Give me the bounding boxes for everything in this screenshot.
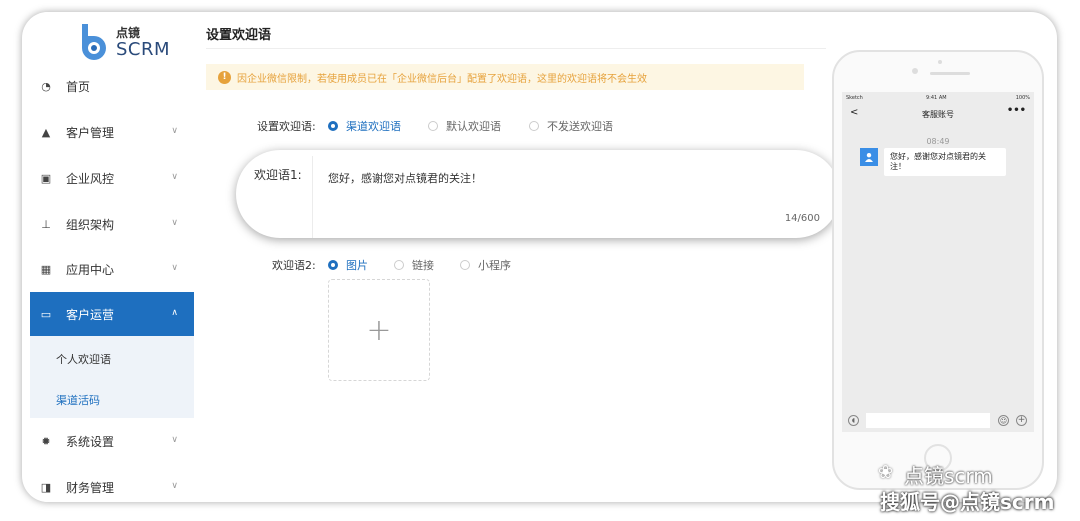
radio-mini-program[interactable]: 小程序 xyxy=(460,257,511,273)
welcome-setting-label: 设置欢迎语: xyxy=(257,120,316,133)
radio-label: 小程序 xyxy=(478,259,511,272)
grid-icon: ▦ xyxy=(40,262,52,276)
chevron-down-icon: ∨ xyxy=(171,172,178,182)
radio-label: 默认欢迎语 xyxy=(446,120,501,133)
submenu: 个人欢迎语 渠道活码 xyxy=(30,336,194,418)
page-title: 设置欢迎语 xyxy=(206,28,272,43)
avatar xyxy=(860,148,878,166)
submenu-item-channel-code[interactable]: 渠道活码 xyxy=(56,392,100,408)
sidebar-item-customer-operations[interactable]: ▭ 客户运营 ∧ xyxy=(30,292,194,336)
plus-icon: + xyxy=(366,312,392,348)
radio-dot xyxy=(328,121,338,131)
sidebar-item-label: 应用中心 xyxy=(66,262,115,277)
radio-dot xyxy=(394,260,404,270)
radio-dot xyxy=(428,121,438,131)
radio-label: 渠道欢迎语 xyxy=(346,120,401,133)
status-battery: 100% xyxy=(1015,95,1030,101)
radio-label: 图片 xyxy=(346,259,368,272)
warning-icon: ! xyxy=(218,70,231,84)
radio-dot xyxy=(529,121,539,131)
greeting1-textarea[interactable]: 您好，感谢您对点镜君的关注！ xyxy=(328,170,482,186)
more-icon[interactable]: ••• xyxy=(1007,105,1026,116)
radio-label: 链接 xyxy=(412,259,434,272)
warning-text: 因企业微信限制，若使用成员已在「企业微信后台」配置了欢迎语，这里的欢迎语将不会生… xyxy=(237,73,647,85)
sidebar-item-risk-control[interactable]: ▣ 企业风控 ∨ xyxy=(30,156,194,200)
phone-preview: Sketch 9:41 AM 100% < 客服账号 ••• 08:49 您好，… xyxy=(832,50,1044,490)
sidebar-item-app-center[interactable]: ▦ 应用中心 ∨ xyxy=(30,247,194,291)
radio-label: 不发送欢迎语 xyxy=(547,120,613,133)
chevron-down-icon: ∨ xyxy=(171,218,178,228)
sidebar-item-label: 客户管理 xyxy=(66,125,115,140)
greeting2-label: 欢迎语2: xyxy=(272,259,316,272)
phone-camera xyxy=(912,68,918,74)
divider xyxy=(206,48,826,49)
chevron-down-icon: ∨ xyxy=(171,481,178,491)
chat-input[interactable] xyxy=(866,413,990,428)
shield-icon: ▣ xyxy=(40,171,52,185)
logo: 点镜 SCRM xyxy=(78,22,178,66)
radio-channel-welcome[interactable]: 渠道欢迎语 xyxy=(328,118,401,134)
chat-navbar: < 客服账号 ••• xyxy=(842,104,1034,124)
org-icon: ⊥ xyxy=(41,217,51,231)
status-bar: Sketch 9:41 AM 100% xyxy=(842,92,1034,104)
dashboard-icon: ◔ xyxy=(41,79,51,93)
radio-link[interactable]: 链接 xyxy=(394,257,434,273)
status-time: 9:41 AM xyxy=(926,95,947,101)
radio-dot xyxy=(460,260,470,270)
app-frame: 点镜 SCRM ◔ 首页 ▲ 客户管理 ∨ ▣ 企业风控 ∨ ⊥ 组织架构 ∨ … xyxy=(22,12,1057,502)
chat-timestamp: 08:49 xyxy=(926,137,950,146)
greeting1-label: 欢迎语1: xyxy=(254,168,302,182)
phone-speaker xyxy=(930,72,970,75)
sidebar-item-label: 财务管理 xyxy=(66,480,115,495)
sidebar-item-label: 组织架构 xyxy=(66,217,115,232)
sidebar-item-label: 首页 xyxy=(66,79,91,94)
radio-image[interactable]: 图片 xyxy=(328,257,368,273)
sidebar-item-label: 企业风控 xyxy=(66,171,115,186)
wechat-icon: ❀ xyxy=(878,462,894,483)
chevron-up-icon: ∧ xyxy=(171,308,178,318)
sidebar-item-customer-management[interactable]: ▲ 客户管理 ∨ xyxy=(30,110,194,154)
char-count: 14/600 xyxy=(784,213,820,224)
greeting1-panel: 欢迎语1: 您好，感谢您对点镜君的关注！ 14/600 xyxy=(236,150,840,238)
chat-message: 您好，感谢您对点镜君的关注！ xyxy=(884,148,1006,176)
message-icon: ▭ xyxy=(40,307,52,321)
logo-icon xyxy=(82,24,106,60)
sidebar-item-label: 客户运营 xyxy=(66,307,115,322)
submenu-item-personal-welcome[interactable]: 个人欢迎语 xyxy=(56,351,111,367)
sidebar-item-finance[interactable]: ◨ 财务管理 ∨ xyxy=(30,465,194,502)
user-icon: ▲ xyxy=(41,125,51,139)
chat-input-bar: ◖ ☺ + xyxy=(842,410,1034,432)
phone-screen: Sketch 9:41 AM 100% < 客服账号 ••• 08:49 您好，… xyxy=(842,92,1034,432)
user-icon xyxy=(865,153,873,162)
wallet-icon: ◨ xyxy=(40,480,52,494)
radio-default-welcome[interactable]: 默认欢迎语 xyxy=(428,118,501,134)
status-carrier: Sketch xyxy=(846,95,863,101)
sidebar-item-organization[interactable]: ⊥ 组织架构 ∨ xyxy=(30,202,194,246)
sidebar: 点镜 SCRM ◔ 首页 ▲ 客户管理 ∨ ▣ 企业风控 ∨ ⊥ 组织架构 ∨ … xyxy=(30,12,194,502)
emoji-icon[interactable]: ☺ xyxy=(998,415,1009,426)
chevron-down-icon: ∨ xyxy=(171,435,178,445)
radio-no-welcome[interactable]: 不发送欢迎语 xyxy=(529,118,613,134)
image-upload-box[interactable]: + xyxy=(328,279,430,381)
sidebar-item-system-settings[interactable]: ✹ 系统设置 ∨ xyxy=(30,419,194,463)
sidebar-item-home[interactable]: ◔ 首页 xyxy=(30,64,194,108)
add-icon[interactable]: + xyxy=(1016,415,1027,426)
chevron-down-icon: ∨ xyxy=(171,263,178,273)
watermark-line1: 点镜scrm xyxy=(904,464,993,488)
sidebar-item-label: 系统设置 xyxy=(66,434,115,449)
gear-icon: ✹ xyxy=(41,434,51,448)
logo-text-bottom: SCRM xyxy=(116,39,171,60)
chat-title: 客服账号 xyxy=(922,110,954,119)
voice-icon[interactable]: ◖ xyxy=(848,415,859,426)
phone-sensor xyxy=(938,60,942,64)
warning-banner: ! 因企业微信限制，若使用成员已在「企业微信后台」配置了欢迎语，这里的欢迎语将不… xyxy=(206,64,804,90)
divider xyxy=(312,156,313,238)
watermark-line2: 搜狐号@点镜scrm xyxy=(880,490,1055,514)
chevron-down-icon: ∨ xyxy=(171,126,178,136)
radio-dot xyxy=(328,260,338,270)
